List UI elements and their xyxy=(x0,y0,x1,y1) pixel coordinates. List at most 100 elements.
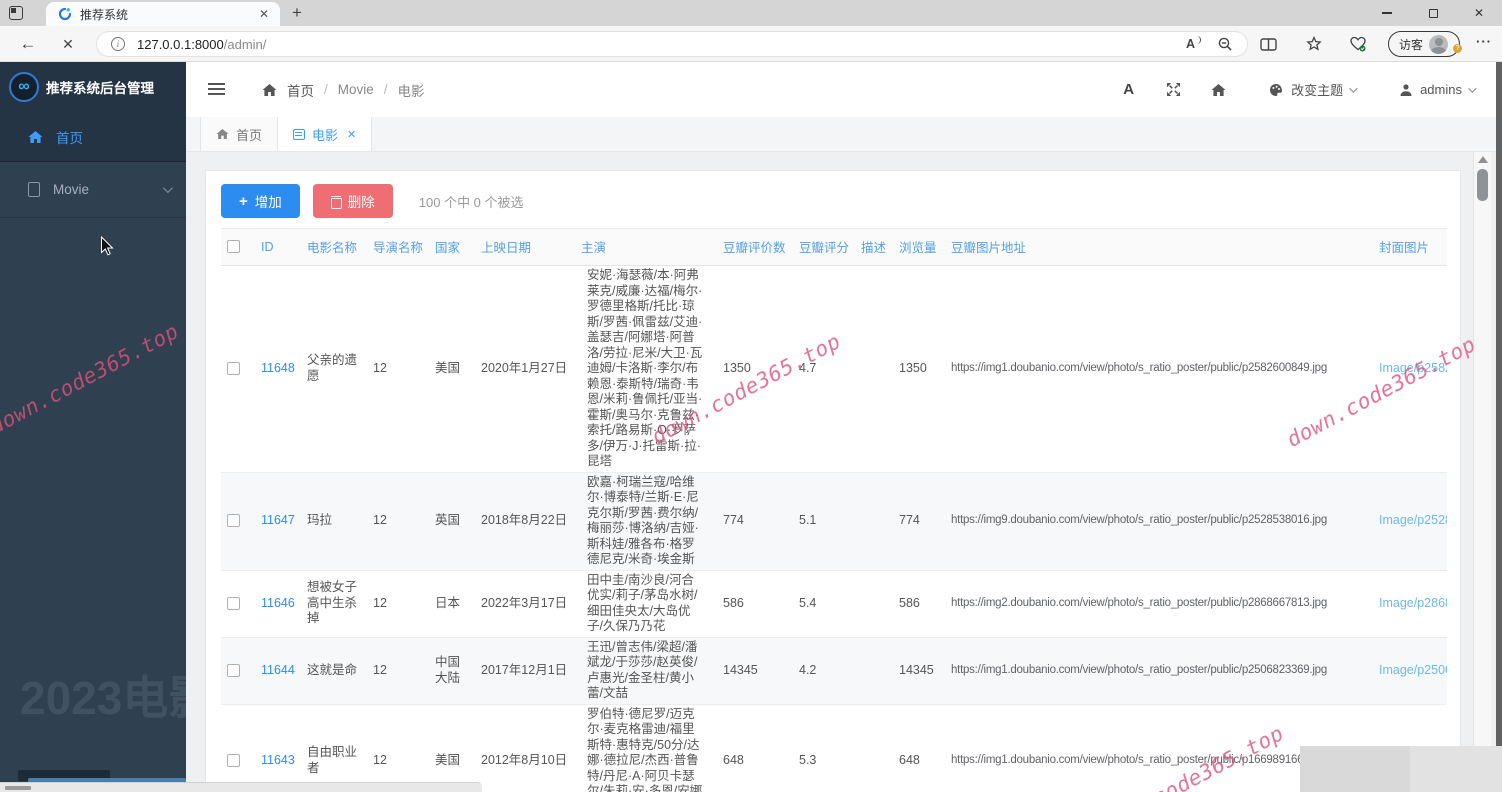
sidebar-item-movie[interactable]: Movie xyxy=(0,162,186,218)
row-id-link[interactable]: 11647 xyxy=(261,513,295,527)
row-checkbox[interactable] xyxy=(227,597,240,610)
window-minimize-button[interactable] xyxy=(1364,0,1410,26)
data-panel: + 增加 删除 100 个中 0 个被选 xyxy=(205,170,1461,792)
stop-loading-button[interactable]: ✕ xyxy=(56,26,80,62)
row-id-link[interactable]: 11646 xyxy=(261,596,295,610)
cell-url: https://img1.doubanio.com/view/photo/s_r… xyxy=(945,637,1373,704)
select-all-checkbox[interactable] xyxy=(227,240,240,253)
hamburger-menu-icon[interactable] xyxy=(208,88,225,90)
browser-profile-button[interactable]: 访客 xyxy=(1388,31,1460,57)
header-checkbox-cell xyxy=(221,229,255,266)
browser-tab[interactable]: 推荐系统 ✕ xyxy=(46,2,280,26)
column-sort-link[interactable]: 国家 xyxy=(435,241,460,255)
column-sort-link[interactable]: 描述 xyxy=(861,241,886,255)
cell-url: https://img2.doubanio.com/view/photo/s_r… xyxy=(945,570,1373,637)
user-menu[interactable]: admins xyxy=(1399,82,1474,97)
breadcrumb-home[interactable]: 首页 xyxy=(287,80,314,100)
split-screen-icon[interactable] xyxy=(1256,26,1280,62)
table-header-row: ID 电影名称 导演名称国家 上映日期 主演 豆瓣评价数豆瓣评分描述浏览量豆瓣图片地址 封面… xyxy=(221,229,1447,266)
row-checkbox-cell xyxy=(221,266,255,473)
column-sort-link[interactable]: 上映日期 xyxy=(481,241,531,255)
tab-close-icon[interactable]: ✕ xyxy=(256,7,272,21)
cell-id: 11648 xyxy=(255,266,301,473)
tab-actions-menu-icon[interactable] xyxy=(9,6,23,20)
cell-desc xyxy=(855,637,893,704)
font-size-button[interactable]: A xyxy=(1123,81,1134,98)
chevron-down-icon xyxy=(1349,84,1357,92)
sidebar-item-home[interactable]: 首页 xyxy=(0,112,186,161)
site-info-icon[interactable]: i xyxy=(111,37,125,51)
back-button[interactable]: ← xyxy=(16,26,40,62)
chevron-down-icon xyxy=(163,183,173,193)
browser-menu-icon[interactable]: ··· xyxy=(1476,34,1492,49)
cell-name: 玛拉 xyxy=(301,472,367,570)
column-sort-link[interactable]: 封面图片 xyxy=(1379,241,1429,255)
cell-desc xyxy=(855,570,893,637)
home-icon xyxy=(28,130,43,144)
read-aloud-icon[interactable]: A xyxy=(1186,37,1195,51)
column-sort-link[interactable]: 主演 xyxy=(581,241,606,255)
zoom-out-icon[interactable] xyxy=(1217,36,1233,52)
scrollbar-up-arrow[interactable] xyxy=(1478,156,1488,163)
sidebar: ∞ 推荐系统后台管理 首页 Movie 2023电影 xyxy=(0,62,186,792)
theme-switcher[interactable]: 改变主题 xyxy=(1268,80,1355,99)
url-bar[interactable]: i 127.0.0.1:8000/admin/ A xyxy=(96,31,1248,57)
fullscreen-icon[interactable] xyxy=(1166,82,1181,97)
route-tab-movie[interactable]: 电影 ✕ xyxy=(278,117,372,151)
row-checkbox[interactable] xyxy=(227,754,240,767)
column-sort-link[interactable]: ID xyxy=(261,240,274,254)
window-close-button[interactable]: ✕ xyxy=(1456,0,1502,26)
column-sort-link[interactable]: 豆瓣评分 xyxy=(799,241,849,255)
delete-button[interactable]: 删除 xyxy=(313,184,393,218)
brand-logo-icon: ∞ xyxy=(9,72,39,102)
column-header: 浏览量 xyxy=(893,229,945,266)
cell-country: 英国 xyxy=(429,472,475,570)
cell-image: Image/p2506823369.jpg xyxy=(1373,637,1447,704)
site-favicon-icon xyxy=(58,7,72,21)
brand: ∞ 推荐系统后台管理 xyxy=(0,62,186,112)
profile-name: 访客 xyxy=(1399,36,1423,53)
scrollbar-thumb[interactable] xyxy=(1477,169,1488,201)
cell-cast: 欧嘉·柯瑞兰寇/哈维尔·博泰特/兰斯·E·尼克尔斯/罗茜·费尔纳/梅丽莎·博洛纳… xyxy=(575,472,717,570)
cell-date: 2022年3月17日 xyxy=(475,570,575,637)
cell-views: 586 xyxy=(893,570,945,637)
new-tab-button[interactable]: + xyxy=(292,2,302,24)
favorites-icon[interactable] xyxy=(1302,26,1326,62)
tab-close-icon[interactable]: ✕ xyxy=(347,128,356,141)
cell-director: 12 xyxy=(367,570,429,637)
window-maximize-button[interactable] xyxy=(1410,0,1456,26)
avatar xyxy=(1429,35,1448,54)
home-shortcut-icon[interactable] xyxy=(1211,83,1226,97)
cell-id: 11646 xyxy=(255,570,301,637)
url-text: 127.0.0.1:8000/admin/ xyxy=(137,37,266,52)
row-image-link[interactable]: Image/p2868667813.jpg xyxy=(1379,596,1447,610)
route-tab-home[interactable]: 首页 xyxy=(200,117,278,151)
column-sort-link[interactable]: 豆瓣评价数 xyxy=(723,241,786,255)
row-image-link[interactable]: Image/p2582600849.jpg xyxy=(1379,361,1447,375)
cell-image: Image/p2868667813.jpg xyxy=(1373,570,1447,637)
column-sort-link[interactable]: 浏览量 xyxy=(899,241,937,255)
row-checkbox[interactable] xyxy=(227,664,240,677)
row-checkbox[interactable] xyxy=(227,362,240,375)
row-image-link[interactable]: Image/p2506823369.jpg xyxy=(1379,663,1447,677)
row-checkbox[interactable] xyxy=(227,514,240,527)
add-button[interactable]: + 增加 xyxy=(221,184,300,218)
row-id-link[interactable]: 11644 xyxy=(261,663,295,677)
breadcrumb-section[interactable]: Movie xyxy=(338,82,374,97)
file-icon xyxy=(28,182,40,197)
column-header: 主演 xyxy=(575,229,717,266)
column-sort-link[interactable]: 豆瓣图片地址 xyxy=(951,241,1026,255)
row-id-link[interactable]: 11648 xyxy=(261,361,295,375)
column-header: 描述 xyxy=(855,229,893,266)
cell-cast: 田中圭/南沙良/河合优实/莉子/茅岛水树/细田佳央太/大岛优子/久保乃乃花 xyxy=(575,570,717,637)
cell-image: Image/p2528538016.jpg xyxy=(1373,472,1447,570)
row-image-link[interactable]: Image/p2528538016.jpg xyxy=(1379,513,1447,527)
vertical-scrollbar[interactable] xyxy=(1473,152,1491,792)
tab-title: 推荐系统 xyxy=(80,6,256,23)
row-id-link[interactable]: 11643 xyxy=(261,753,295,767)
column-sort-link[interactable]: 电影名称 xyxy=(307,241,357,255)
column-sort-link[interactable]: 导演名称 xyxy=(373,241,423,255)
content-area: + 增加 删除 100 个中 0 个被选 xyxy=(186,152,1502,792)
browser-essentials-icon[interactable] xyxy=(1346,26,1370,62)
route-tab-label: 电影 xyxy=(312,125,338,144)
